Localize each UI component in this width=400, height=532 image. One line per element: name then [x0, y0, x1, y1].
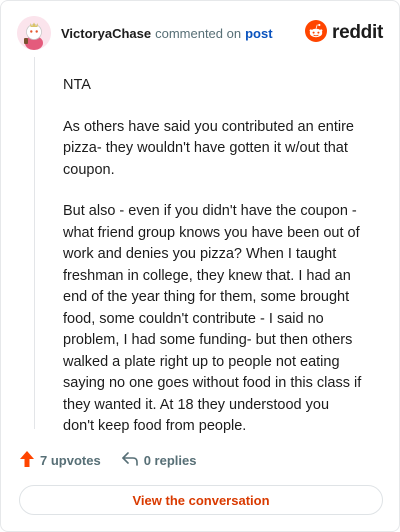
- comment-actions: 7 upvotes 0 replies: [19, 449, 196, 471]
- username-link[interactable]: VictoryaChase: [61, 26, 151, 41]
- view-conversation-button[interactable]: View the conversation: [19, 485, 383, 515]
- reddit-brand[interactable]: reddit: [305, 19, 383, 47]
- reddit-wordmark: reddit: [332, 22, 383, 43]
- comment-header: VictoryaChase commented on post reddit: [17, 15, 383, 51]
- upvote-button[interactable]: 7 upvotes: [19, 450, 101, 471]
- comment-paragraph: But also - even if you didn't have the c…: [63, 203, 362, 434]
- upvote-arrow-icon: [19, 450, 35, 471]
- upvote-count: 7 upvotes: [40, 452, 101, 468]
- comment-embed-card: VictoryaChase commented on post reddit N…: [0, 0, 400, 532]
- thread-line: [34, 57, 35, 429]
- comment-paragraph: NTA: [63, 77, 91, 93]
- reply-count: 0 replies: [143, 452, 197, 468]
- post-link[interactable]: post: [245, 26, 272, 41]
- reply-arrow-icon: [121, 451, 139, 470]
- comment-meta: VictoryaChase commented on post: [61, 26, 273, 41]
- comment-body: NTA As others have said you contributed …: [63, 75, 363, 458]
- reply-button[interactable]: 0 replies: [121, 451, 197, 470]
- snoo-avatar-icon[interactable]: [17, 16, 51, 50]
- commented-on-label: commented on: [155, 25, 242, 41]
- comment-paragraph: As others have said you contributed an e…: [63, 118, 354, 178]
- reddit-logo-icon: [305, 19, 328, 47]
